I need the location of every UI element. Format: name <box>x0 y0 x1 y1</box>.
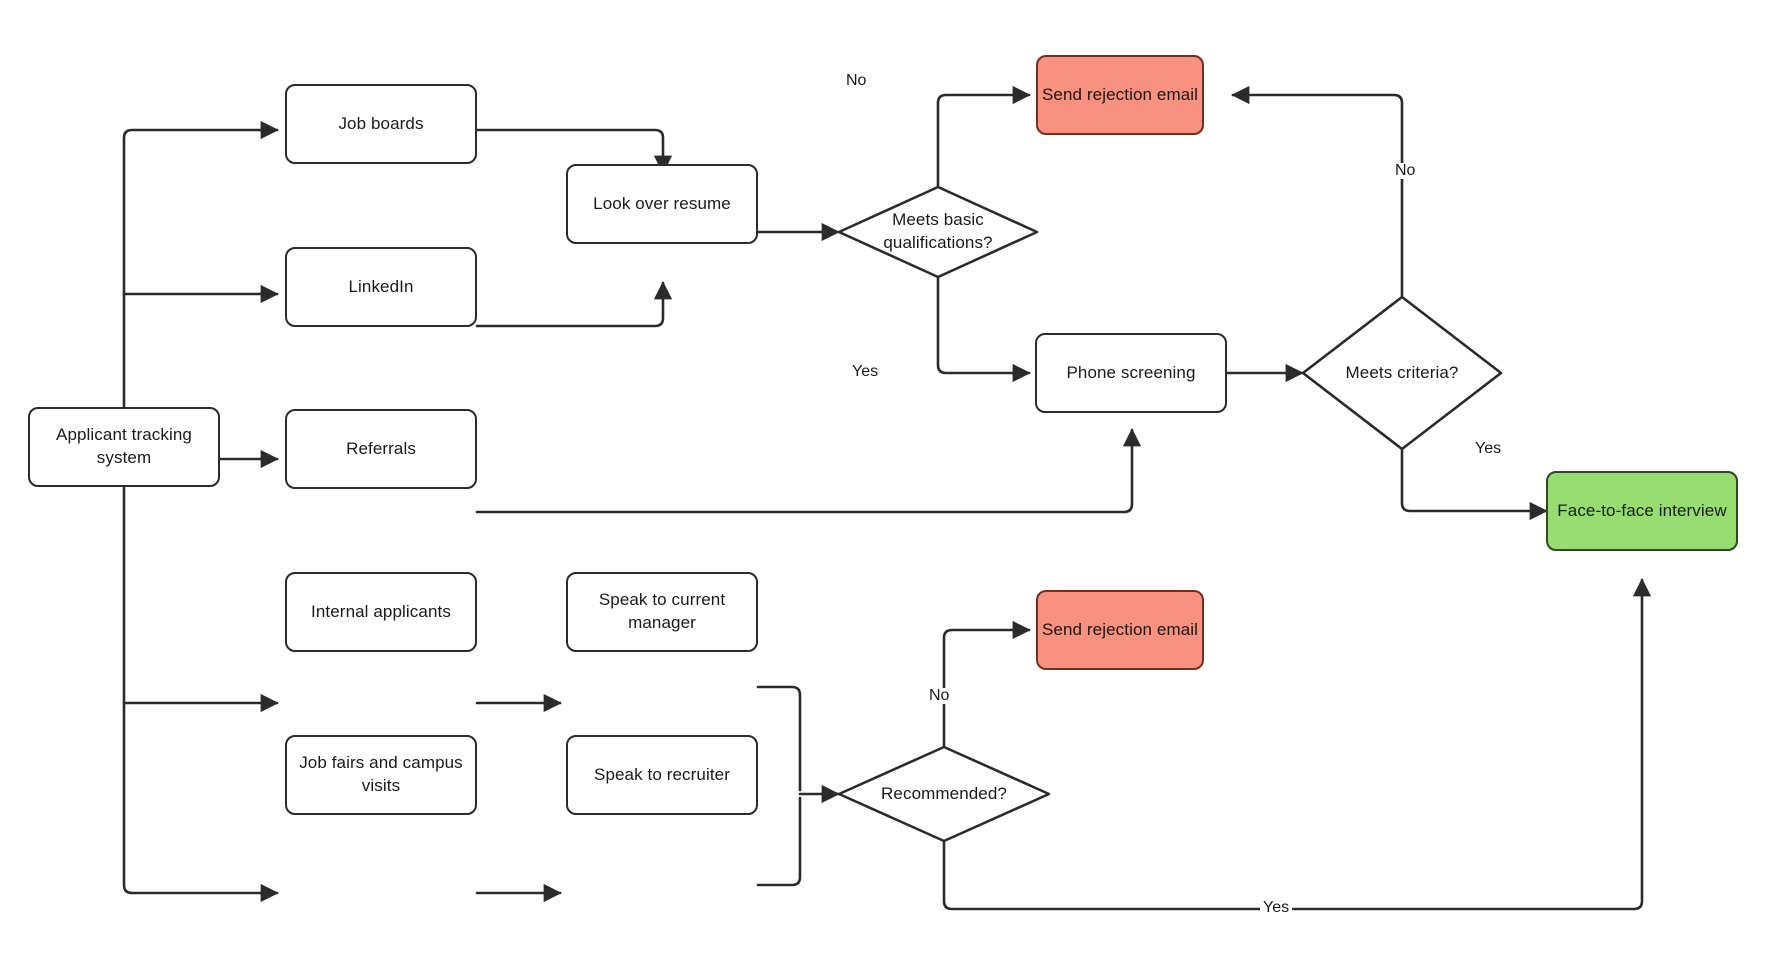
flowchart-canvas: Applicant tracking system Job boards Lin… <box>0 0 1767 966</box>
node-label: Applicant tracking system <box>56 425 192 467</box>
node-label: Face-to-face interview <box>1557 500 1727 520</box>
node-face-to-face-interview[interactable]: Face-to-face interview <box>1546 471 1738 551</box>
edge-ats-trunk-down <box>122 445 279 903</box>
node-look-over-resume[interactable]: Look over resume <box>566 164 758 244</box>
node-label: Job fairs and campus visits <box>299 753 463 795</box>
node-referrals[interactable]: Referrals <box>285 409 477 489</box>
edge-basicquals-yes <box>936 276 1031 383</box>
node-applicant-tracking-system[interactable]: Applicant tracking system <box>28 407 220 487</box>
node-internal-applicants[interactable]: Internal applicants <box>285 572 477 652</box>
node-speak-to-recruiter[interactable]: Speak to recruiter <box>566 735 758 815</box>
edge-label-recommended-yes: Yes <box>1260 900 1293 916</box>
node-label: Referrals <box>346 438 416 458</box>
edge-recruiter-merge <box>756 796 802 887</box>
edge-manager-merge <box>756 685 802 792</box>
edge-recommended-no <box>942 620 1031 748</box>
node-label: Speak to recruiter <box>594 764 730 784</box>
edge-criteria-yes <box>1400 448 1548 521</box>
node-label: Send rejection email <box>1041 619 1199 639</box>
node-meets-basic-qualifications[interactable]: Meets basic qualifications? <box>837 185 1039 279</box>
edge-referrals-to-phone <box>475 428 1142 514</box>
node-speak-to-current-manager[interactable]: Speak to current manager <box>566 572 758 652</box>
node-job-boards[interactable]: Job boards <box>285 84 477 164</box>
node-label: LinkedIn <box>348 276 414 296</box>
node-meets-criteria[interactable]: Meets criteria? <box>1301 295 1503 451</box>
node-label: Speak to current manager <box>598 590 726 632</box>
edge-ats-trunk-up <box>122 120 279 449</box>
node-job-fairs-and-campus-visits[interactable]: Job fairs and campus visits <box>285 735 477 815</box>
edge-basicquals-no <box>936 85 1031 188</box>
node-send-rejection-email-top[interactable]: Send rejection email <box>1036 55 1204 135</box>
edge-criteria-no <box>1231 85 1404 298</box>
node-recommended[interactable]: Recommended? <box>837 745 1051 843</box>
node-label: Recommended? <box>881 783 1007 803</box>
edge-linkedin-to-resume <box>475 281 673 328</box>
node-send-rejection-email-bottom[interactable]: Send rejection email <box>1036 590 1204 670</box>
node-label: Meets basic qualifications? <box>883 210 993 252</box>
node-label: Look over resume <box>593 193 731 213</box>
edge-label-meets-criteria-yes: Yes <box>1472 441 1505 457</box>
node-linkedin[interactable]: LinkedIn <box>285 247 477 327</box>
node-label: Job boards <box>338 113 424 133</box>
edge-label-basic-qualifications-no: No <box>843 73 870 89</box>
node-label: Phone screening <box>1066 362 1196 382</box>
node-label: Internal applicants <box>311 601 451 621</box>
node-label: Meets criteria? <box>1345 362 1459 382</box>
edge-label-basic-qualifications-yes: Yes <box>849 364 882 380</box>
edge-label-recommended-no: No <box>926 688 953 704</box>
node-phone-screening[interactable]: Phone screening <box>1035 333 1227 413</box>
node-label: Send rejection email <box>1041 84 1199 104</box>
edge-label-meets-criteria-no: No <box>1392 163 1419 179</box>
